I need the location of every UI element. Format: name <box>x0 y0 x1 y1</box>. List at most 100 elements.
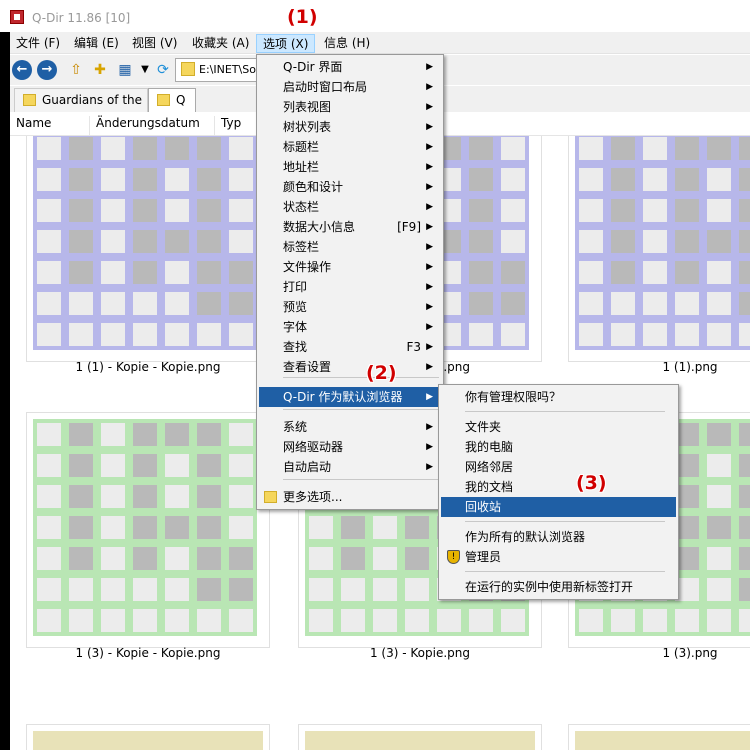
file-name[interactable]: 1 (3) - Kopie - Kopie.png <box>18 646 278 660</box>
menu-item-label: 树状列表 <box>283 120 332 134</box>
submenu-item[interactable]: 你有管理权限吗？ <box>441 387 676 407</box>
options-menu-item[interactable]: 更多选项... <box>259 487 441 507</box>
view-mode-icon[interactable]: ▦ <box>115 60 135 80</box>
column-date[interactable]: Änderungsdatum <box>90 116 215 136</box>
thumbnail-cell <box>309 547 333 570</box>
thumbnail-cell <box>133 547 157 570</box>
thumbnail-cell <box>707 168 731 191</box>
folder-icon <box>157 94 170 106</box>
options-menu-item[interactable]: 数据大小信息 [F9] ▶ <box>259 217 441 237</box>
file-thumbnail[interactable] <box>568 136 750 362</box>
chevron-right-icon: ▶ <box>426 462 433 472</box>
thumbnail-cell <box>373 578 397 601</box>
thumbnail-cell <box>675 261 699 284</box>
options-menu-item[interactable]: Q-Dir 界面 ▶ <box>259 57 441 77</box>
new-folder-icon[interactable]: ✚ <box>90 60 110 80</box>
thumbnail-cell <box>165 516 189 539</box>
address-text[interactable]: E:\INET\Sof <box>199 63 263 76</box>
thumbnail-cell <box>579 292 603 315</box>
options-menu-item[interactable]: 字体 ▶ <box>259 317 441 337</box>
menu-options[interactable]: 选项 (X) <box>256 34 316 53</box>
thumbnail-cell <box>101 423 125 446</box>
options-menu-item[interactable]: 文件操作 ▶ <box>259 257 441 277</box>
submenu-item[interactable]: 网络邻居 <box>441 457 676 477</box>
options-menu-item[interactable]: 标题栏 ▶ <box>259 137 441 157</box>
up-folder-icon[interactable]: ⇧ <box>66 60 86 80</box>
options-menu-item[interactable]: 预览 ▶ <box>259 297 441 317</box>
thumbnail-cell <box>165 137 189 160</box>
menu-file[interactable]: 文件 (F) <box>10 34 66 53</box>
options-menu-item[interactable]: 颜色和设计 ▶ <box>259 177 441 197</box>
options-menu-item[interactable]: Q-Dir 作为默认浏览器 ▶ <box>259 387 441 407</box>
thumbnail-cell <box>37 230 61 253</box>
arrow-left-icon[interactable]: ← <box>12 60 32 80</box>
options-menu-item[interactable]: 标签栏 ▶ <box>259 237 441 257</box>
tab-guardians[interactable]: Guardians of the ... <box>14 88 148 112</box>
thumbnail-cell <box>611 199 635 222</box>
thumbnail-cell <box>37 547 61 570</box>
thumbnail-cell <box>133 578 157 601</box>
thumbnail-cell <box>165 261 189 284</box>
thumbnail-cell <box>373 547 397 570</box>
options-menu-item[interactable]: 查找 F3 ▶ <box>259 337 441 357</box>
thumbnail-cell <box>133 423 157 446</box>
submenu-item[interactable]: ! 管理员 <box>441 547 676 567</box>
submenu-item[interactable]: 在运行的实例中使用新标签打开 <box>441 577 676 597</box>
file-thumbnail[interactable] <box>26 412 270 648</box>
chevron-right-icon: ▶ <box>426 362 433 372</box>
refresh-icon[interactable]: ⟳ <box>153 60 173 80</box>
thumbnail-cell <box>229 292 253 315</box>
submenu-item[interactable]: 文件夹 <box>441 417 676 437</box>
menu-favorites[interactable]: 收藏夹 (A) <box>186 34 255 53</box>
options-menu-item[interactable]: 打印 ▶ <box>259 277 441 297</box>
file-name[interactable]: 1 (3) - Kopie.png <box>290 646 550 660</box>
options-menu-item[interactable]: 列表视图 ▶ <box>259 97 441 117</box>
tab-label: Guardians of the ... <box>42 93 148 107</box>
chevron-right-icon: ▶ <box>426 302 433 312</box>
thumbnail-cell <box>229 230 253 253</box>
file-thumbnail[interactable] <box>298 724 542 750</box>
thumbnail-cell <box>133 292 157 315</box>
thumbnail-cell <box>611 292 635 315</box>
thumbnail-cell <box>579 230 603 253</box>
submenu-item[interactable]: 我的电脑 <box>441 437 676 457</box>
menu-view[interactable]: 视图 (V) <box>126 34 183 53</box>
submenu-item[interactable]: 回收站 <box>441 497 676 517</box>
chevron-down-icon[interactable]: ▼ <box>135 60 155 80</box>
default-browser-submenu: 你有管理权限吗？ 文件夹 我的电脑网络邻居我的文档 回收站作为所有的默认浏览器! 管理员… <box>438 384 679 600</box>
menu-item-label: 网络邻居 <box>465 460 514 474</box>
thumbnail-cell <box>165 485 189 508</box>
thumbnail-cell <box>37 261 61 284</box>
options-menu-item[interactable]: 地址栏 ▶ <box>259 157 441 177</box>
column-name[interactable]: Name <box>10 116 90 136</box>
thumbnail-cell <box>469 137 493 160</box>
thumbnail-cell <box>739 168 750 191</box>
submenu-item[interactable]: 我的文档 <box>441 477 676 497</box>
file-thumbnail[interactable] <box>26 136 270 362</box>
options-menu-item[interactable]: 查看设置 ▶ <box>259 357 441 377</box>
thumbnail-cell <box>69 323 93 346</box>
thumbnail-cell <box>643 230 667 253</box>
menu-edit[interactable]: 编辑 (E) <box>68 34 125 53</box>
options-menu-item[interactable]: 系统 ▶ <box>259 417 441 437</box>
arrow-right-icon[interactable]: → <box>37 60 57 80</box>
file-name[interactable]: 1 (1) - Kopie - Kopie.png <box>18 360 278 374</box>
file-thumbnail[interactable] <box>568 724 750 750</box>
file-name[interactable]: 1 (1).png <box>560 360 750 374</box>
options-menu-item[interactable]: 启动时窗口布局 ▶ <box>259 77 441 97</box>
menu-info[interactable]: 信息 (H) <box>318 34 376 53</box>
options-menu-item[interactable]: 网络驱动器 ▶ <box>259 437 441 457</box>
submenu-item[interactable]: 作为所有的默认浏览器 <box>441 527 676 547</box>
options-menu-item[interactable]: 自动启动 ▶ <box>259 457 441 477</box>
file-thumbnail[interactable] <box>26 724 270 750</box>
menu-separator <box>465 411 665 412</box>
thumbnail-cell <box>611 609 635 632</box>
thumbnail-cell <box>739 323 750 346</box>
file-name[interactable]: 1 (3).png <box>560 646 750 660</box>
chevron-right-icon: ▶ <box>426 262 433 272</box>
options-menu-item[interactable]: 树状列表 ▶ <box>259 117 441 137</box>
tab-q[interactable]: Q <box>148 88 196 112</box>
thumbnail-cell <box>197 292 221 315</box>
thumbnail-cell <box>37 323 61 346</box>
options-menu-item[interactable]: 状态栏 ▶ <box>259 197 441 217</box>
